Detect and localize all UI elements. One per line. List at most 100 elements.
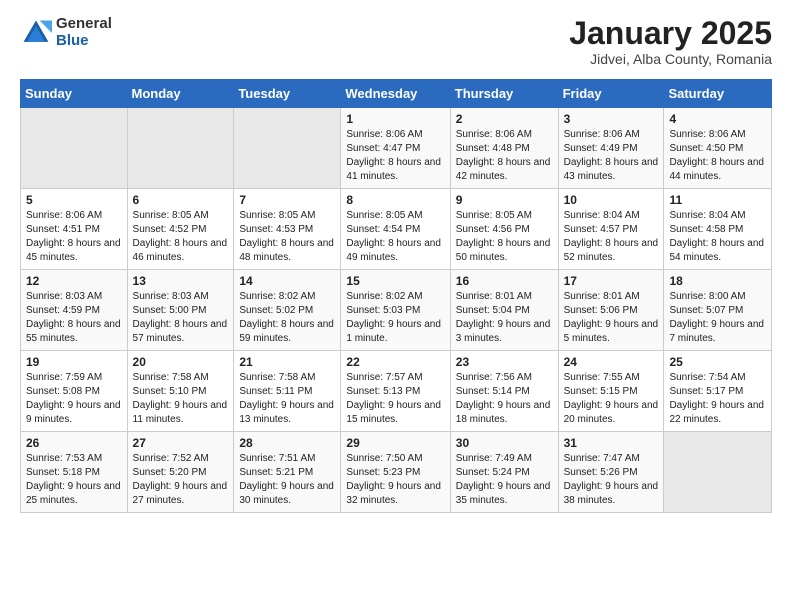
day-cell <box>234 108 341 189</box>
day-header-wednesday: Wednesday <box>341 80 450 108</box>
day-info: Sunrise: 8:02 AM Sunset: 5:03 PM Dayligh… <box>346 290 444 346</box>
day-header-monday: Monday <box>127 80 234 108</box>
day-header-thursday: Thursday <box>450 80 558 108</box>
day-info: Sunrise: 7:58 AM Sunset: 5:10 PM Dayligh… <box>133 371 229 427</box>
day-number: 8 <box>346 193 444 207</box>
location: Jidvei, Alba County, Romania <box>569 51 772 67</box>
day-number: 11 <box>669 193 766 207</box>
day-info: Sunrise: 7:55 AM Sunset: 5:15 PM Dayligh… <box>564 371 659 427</box>
day-number: 13 <box>133 274 229 288</box>
day-cell: 1 Sunrise: 8:06 AM Sunset: 4:47 PM Daylig… <box>341 108 450 189</box>
day-number: 27 <box>133 436 229 450</box>
day-cell: 2Sunrise: 8:06 AM Sunset: 4:48 PM Daylig… <box>450 108 558 189</box>
day-cell: 21 Sunrise: 7:58 AM Sunset: 5:11 PM Dayli… <box>234 351 341 432</box>
day-info: Sunrise: 7:50 AM Sunset: 5:23 PM Dayligh… <box>346 452 444 508</box>
day-info: Sunrise: 8:06 AM Sunset: 4:50 PM Dayligh… <box>669 128 766 184</box>
day-info: Sunrise: 8:05 AM Sunset: 4:53 PM Dayligh… <box>239 209 335 265</box>
day-number: 30 <box>456 436 553 450</box>
day-header-tuesday: Tuesday <box>234 80 341 108</box>
day-cell <box>21 108 128 189</box>
day-info: Sunrise: 8:01 AM Sunset: 5:04 PM Dayligh… <box>456 290 553 346</box>
day-cell: 14 Sunrise: 8:02 AM Sunset: 5:02 PM Dayli… <box>234 270 341 351</box>
week-row-4: 19 Sunrise: 7:59 AM Sunset: 5:08 PM Dayli… <box>21 351 772 432</box>
day-number: 26 <box>26 436 122 450</box>
day-info: Sunrise: 8:01 AM Sunset: 5:06 PM Dayligh… <box>564 290 659 346</box>
logo-icon <box>20 17 52 49</box>
day-number: 29 <box>346 436 444 450</box>
day-number: 24 <box>564 355 659 369</box>
logo: General Blue <box>20 16 112 49</box>
day-number: 22 <box>346 355 444 369</box>
day-info: Sunrise: 7:51 AM Sunset: 5:21 PM Dayligh… <box>239 452 335 508</box>
day-cell: 19 Sunrise: 7:59 AM Sunset: 5:08 PM Dayli… <box>21 351 128 432</box>
day-cell: 17 Sunrise: 8:01 AM Sunset: 5:06 PM Dayli… <box>558 270 664 351</box>
week-row-1: 1 Sunrise: 8:06 AM Sunset: 4:47 PM Daylig… <box>21 108 772 189</box>
day-info: Sunrise: 8:04 AM Sunset: 4:57 PM Dayligh… <box>564 209 659 265</box>
day-info: Sunrise: 7:56 AM Sunset: 5:14 PM Dayligh… <box>456 371 553 427</box>
day-info: Sunrise: 7:59 AM Sunset: 5:08 PM Dayligh… <box>26 371 122 427</box>
day-number: 25 <box>669 355 766 369</box>
day-cell: 16 Sunrise: 8:01 AM Sunset: 5:04 PM Dayli… <box>450 270 558 351</box>
day-cell: 20 Sunrise: 7:58 AM Sunset: 5:10 PM Dayli… <box>127 351 234 432</box>
day-info: Sunrise: 8:02 AM Sunset: 5:02 PM Dayligh… <box>239 290 335 346</box>
day-number: 9 <box>456 193 553 207</box>
day-number: 28 <box>239 436 335 450</box>
day-cell: 3Sunrise: 8:06 AM Sunset: 4:49 PM Daylig… <box>558 108 664 189</box>
day-info: Sunrise: 8:05 AM Sunset: 4:52 PM Dayligh… <box>133 209 229 265</box>
day-cell: 8Sunrise: 8:05 AM Sunset: 4:54 PM Daylig… <box>341 189 450 270</box>
day-header-friday: Friday <box>558 80 664 108</box>
day-cell: 15 Sunrise: 8:02 AM Sunset: 5:03 PM Dayli… <box>341 270 450 351</box>
day-cell: 30 Sunrise: 7:49 AM Sunset: 5:24 PM Dayli… <box>450 432 558 513</box>
day-number: 14 <box>239 274 335 288</box>
calendar-table: SundayMondayTuesdayWednesdayThursdayFrid… <box>20 79 772 513</box>
day-cell: 24 Sunrise: 7:55 AM Sunset: 5:15 PM Dayli… <box>558 351 664 432</box>
day-number: 16 <box>456 274 553 288</box>
day-number: 10 <box>564 193 659 207</box>
day-info: Sunrise: 7:47 AM Sunset: 5:26 PM Dayligh… <box>564 452 659 508</box>
day-number: 2 <box>456 112 553 126</box>
header: General Blue January 2025 Jidvei, Alba C… <box>20 16 772 67</box>
day-number: 15 <box>346 274 444 288</box>
day-info: Sunrise: 8:03 AM Sunset: 5:00 PM Dayligh… <box>133 290 229 346</box>
day-number: 20 <box>133 355 229 369</box>
day-number: 4 <box>669 112 766 126</box>
day-cell: 23 Sunrise: 7:56 AM Sunset: 5:14 PM Dayli… <box>450 351 558 432</box>
logo-text: General Blue <box>56 16 112 49</box>
day-header-sunday: Sunday <box>21 80 128 108</box>
day-info: Sunrise: 8:06 AM Sunset: 4:51 PM Dayligh… <box>26 209 122 265</box>
day-number: 23 <box>456 355 553 369</box>
day-number: 5 <box>26 193 122 207</box>
day-cell: 7Sunrise: 8:05 AM Sunset: 4:53 PM Daylig… <box>234 189 341 270</box>
day-cell: 4 Sunrise: 8:06 AM Sunset: 4:50 PM Daylig… <box>664 108 772 189</box>
week-row-3: 12Sunrise: 8:03 AM Sunset: 4:59 PM Dayli… <box>21 270 772 351</box>
day-cell: 25 Sunrise: 7:54 AM Sunset: 5:17 PM Dayli… <box>664 351 772 432</box>
day-number: 1 <box>346 112 444 126</box>
day-info: Sunrise: 7:49 AM Sunset: 5:24 PM Dayligh… <box>456 452 553 508</box>
month-title: January 2025 <box>569 16 772 51</box>
day-cell: 9Sunrise: 8:05 AM Sunset: 4:56 PM Daylig… <box>450 189 558 270</box>
logo-blue: Blue <box>56 33 112 50</box>
day-info: Sunrise: 7:58 AM Sunset: 5:11 PM Dayligh… <box>239 371 335 427</box>
day-number: 31 <box>564 436 659 450</box>
day-info: Sunrise: 8:06 AM Sunset: 4:47 PM Dayligh… <box>346 128 444 184</box>
calendar-header-row: SundayMondayTuesdayWednesdayThursdayFrid… <box>21 80 772 108</box>
day-cell: 6Sunrise: 8:05 AM Sunset: 4:52 PM Daylig… <box>127 189 234 270</box>
day-cell: 11 Sunrise: 8:04 AM Sunset: 4:58 PM Dayli… <box>664 189 772 270</box>
day-number: 17 <box>564 274 659 288</box>
day-cell: 31 Sunrise: 7:47 AM Sunset: 5:26 PM Dayli… <box>558 432 664 513</box>
day-info: Sunrise: 8:00 AM Sunset: 5:07 PM Dayligh… <box>669 290 766 346</box>
day-cell: 27Sunrise: 7:52 AM Sunset: 5:20 PM Dayli… <box>127 432 234 513</box>
day-info: Sunrise: 7:53 AM Sunset: 5:18 PM Dayligh… <box>26 452 122 508</box>
day-number: 19 <box>26 355 122 369</box>
week-row-2: 5 Sunrise: 8:06 AM Sunset: 4:51 PM Daylig… <box>21 189 772 270</box>
day-cell: 12Sunrise: 8:03 AM Sunset: 4:59 PM Dayli… <box>21 270 128 351</box>
day-info: Sunrise: 8:03 AM Sunset: 4:59 PM Dayligh… <box>26 290 122 346</box>
day-info: Sunrise: 8:04 AM Sunset: 4:58 PM Dayligh… <box>669 209 766 265</box>
day-cell: 18 Sunrise: 8:00 AM Sunset: 5:07 PM Dayli… <box>664 270 772 351</box>
week-row-5: 26 Sunrise: 7:53 AM Sunset: 5:18 PM Dayli… <box>21 432 772 513</box>
page: General Blue January 2025 Jidvei, Alba C… <box>0 0 792 529</box>
day-number: 18 <box>669 274 766 288</box>
day-info: Sunrise: 7:54 AM Sunset: 5:17 PM Dayligh… <box>669 371 766 427</box>
day-cell: 13 Sunrise: 8:03 AM Sunset: 5:00 PM Dayli… <box>127 270 234 351</box>
day-number: 21 <box>239 355 335 369</box>
